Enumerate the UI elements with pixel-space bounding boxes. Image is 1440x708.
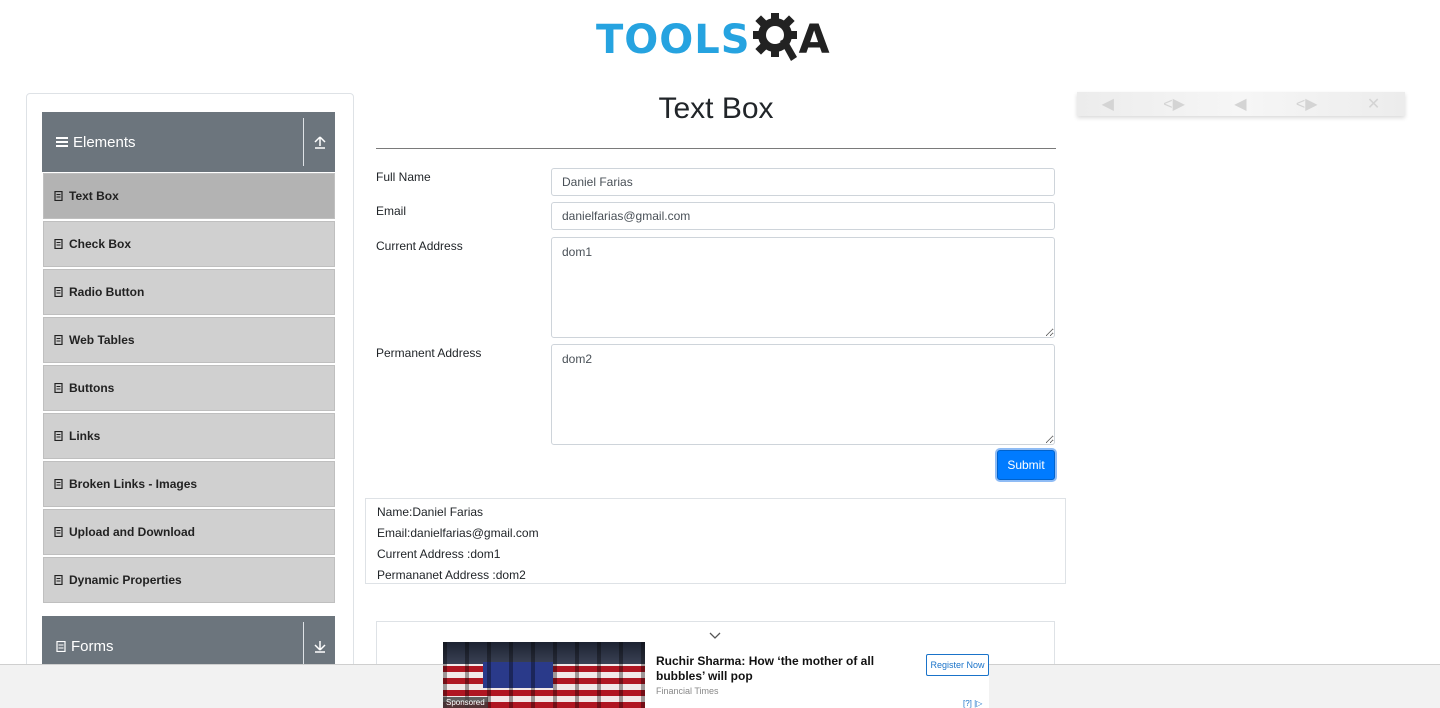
document-icon	[56, 640, 66, 652]
document-icon	[54, 287, 63, 297]
arrow-down-icon[interactable]	[303, 622, 335, 670]
group-label: Forms	[71, 637, 114, 655]
ad-choices-icon[interactable]: [?] |▷	[963, 699, 982, 708]
sidebar-item-broken-links-images[interactable]: Broken Links - Images	[43, 461, 335, 507]
sidebar-item-label: Radio Button	[69, 285, 145, 299]
sponsored-ad-card[interactable]: Sponsored Ruchir Sharma: How ‘the mother…	[443, 642, 989, 708]
group-header-elements[interactable]: Elements	[42, 112, 335, 172]
document-icon	[54, 239, 63, 249]
document-icon	[54, 335, 63, 345]
sidebar-item-check-box[interactable]: Check Box	[43, 221, 335, 267]
document-icon	[54, 479, 63, 489]
code-icon: <▶	[1163, 96, 1185, 113]
code-icon: <▶	[1295, 96, 1318, 113]
sidebar-item-label: Text Box	[69, 189, 119, 203]
output-panel: Name:Daniel Farias Email:danielfarias@gm…	[365, 498, 1066, 584]
output-permanent-address: Permananet Address :dom2	[377, 568, 526, 582]
output-email: Email:danielfarias@gmail.com	[377, 526, 539, 540]
sidebar-item-radio-button[interactable]: Radio Button	[43, 269, 335, 315]
submit-button[interactable]: Submit	[997, 450, 1055, 480]
email-label: Email	[376, 204, 407, 218]
logo-text: TOOLS	[596, 17, 751, 63]
full-name-label: Full Name	[376, 170, 431, 184]
sidebar-item-label: Links	[69, 429, 101, 443]
current-address-textarea[interactable]: dom1	[551, 237, 1055, 338]
sidebar-item-links[interactable]: Links	[43, 413, 335, 459]
side-ad-banner[interactable]: ◀ <▶ ◀ <▶ ✕	[1077, 92, 1405, 116]
document-icon	[54, 527, 63, 537]
sidebar-item-label: Upload and Download	[69, 525, 195, 539]
sidebar-item-label: Buttons	[69, 381, 115, 395]
sidebar-item-label: Dynamic Properties	[69, 573, 182, 587]
gear-icon	[752, 11, 797, 70]
page-title: Text Box	[658, 92, 774, 125]
permanent-address-textarea[interactable]: dom2	[551, 344, 1055, 445]
output-name: Name:Daniel Farias	[377, 505, 484, 519]
title-divider	[376, 148, 1056, 149]
ad-image[interactable]: Sponsored	[443, 642, 645, 708]
list-icon	[56, 136, 68, 148]
sidebar-item-label: Broken Links - Images	[69, 477, 198, 491]
full-name-input[interactable]	[551, 168, 1055, 196]
current-address-label: Current Address	[376, 239, 463, 253]
sidebar-item-label: Web Tables	[69, 333, 135, 347]
left-sidebar: Elements Text Box Check Box Radio Button…	[26, 93, 354, 708]
sidebar-item-label: Check Box	[69, 237, 132, 251]
document-icon	[54, 383, 63, 393]
close-x-icon: ✕	[1366, 96, 1381, 113]
output-current-address: Current Address :dom1	[377, 547, 501, 561]
arrow-up-icon[interactable]	[303, 118, 335, 166]
permanent-address-label: Permanent Address	[376, 346, 482, 360]
logo-text-tail: A	[798, 17, 830, 63]
sponsored-label: Sponsored	[443, 697, 488, 708]
arrow-left-icon: ◀	[1101, 96, 1114, 113]
document-icon	[54, 191, 63, 201]
toolsqa-logo[interactable]: TOOLS A	[596, 12, 838, 68]
ad-headline[interactable]: Ruchir Sharma: How ‘the mother of all bu…	[656, 654, 896, 684]
arrow-left-icon: ◀	[1234, 96, 1247, 113]
sidebar-item-text-box[interactable]: Text Box	[43, 173, 335, 219]
sidebar-item-web-tables[interactable]: Web Tables	[43, 317, 335, 363]
sidebar-item-upload-and-download[interactable]: Upload and Download	[43, 509, 335, 555]
sidebar-item-dynamic-properties[interactable]: Dynamic Properties	[43, 557, 335, 603]
email-input[interactable]	[551, 202, 1055, 230]
register-now-button[interactable]: Register Now	[926, 654, 989, 676]
ad-source: Financial Times	[656, 686, 719, 696]
elements-menu-list: Text Box Check Box Radio Button Web Tabl…	[43, 173, 335, 605]
document-icon	[54, 431, 63, 441]
group-label: Elements	[73, 133, 136, 151]
document-icon	[54, 575, 63, 585]
sidebar-item-buttons[interactable]: Buttons	[43, 365, 335, 411]
